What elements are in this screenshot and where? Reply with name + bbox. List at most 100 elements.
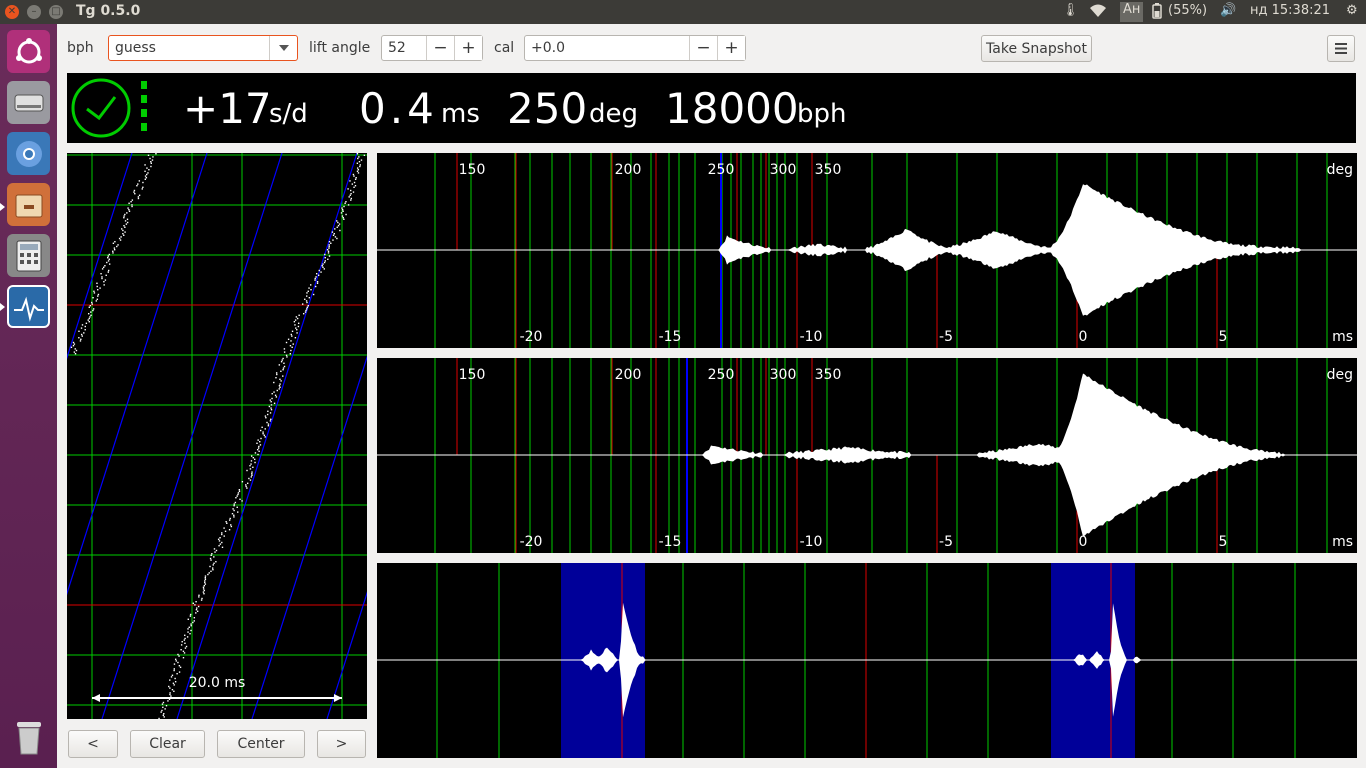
lift-angle-spinner[interactable]: 52 − + (381, 35, 483, 61)
battery-percent[interactable]: (55%) (1168, 3, 1207, 18)
paper-dot (87, 313, 90, 315)
keyboard-layout-indicator[interactable]: Ан (1120, 2, 1144, 22)
period-waveform-panel[interactable] (377, 563, 1357, 758)
paper-dot (314, 279, 316, 281)
paper-dot (221, 533, 223, 536)
paper-dot (308, 287, 310, 289)
wifi-icon[interactable] (1088, 3, 1108, 23)
paper-dot (144, 164, 146, 166)
disk-drive-icon[interactable] (7, 81, 50, 124)
settings-gear-icon[interactable]: ⚙ (1346, 3, 1358, 18)
chromium-browser-icon[interactable] (7, 132, 50, 175)
paper-dot (131, 205, 133, 208)
cal-spinner[interactable]: +0.0 − + (524, 35, 746, 61)
paper-dot (184, 647, 187, 649)
paper-dot (328, 245, 330, 248)
paper-dot (212, 567, 214, 569)
previous-button[interactable]: < (68, 730, 118, 758)
deg-tick-label: 150 (459, 162, 486, 178)
paper-dot (293, 321, 296, 323)
paper-dot (99, 287, 101, 289)
paper-dot (315, 276, 317, 278)
chevron-down-icon[interactable] (269, 36, 297, 60)
paper-dot (252, 457, 255, 459)
paper-dot (306, 292, 308, 294)
paper-dot (322, 263, 324, 265)
ubuntu-dash-icon[interactable] (7, 30, 50, 73)
paper-rate-line (67, 153, 208, 596)
paper-dot (338, 223, 341, 225)
paper-dot (280, 380, 282, 382)
minimize-window-button[interactable]: – (27, 5, 41, 19)
paper-dot (357, 169, 360, 171)
hamburger-menu-button[interactable] (1327, 35, 1355, 62)
clock[interactable]: нд 15:38:21 (1250, 3, 1330, 18)
paper-dot (113, 247, 116, 249)
paper-dot (210, 570, 212, 572)
volume-icon[interactable]: 🔊 (1220, 3, 1236, 18)
file-manager-icon[interactable] (7, 183, 50, 226)
paper-dot (230, 525, 233, 528)
paper-dot (283, 351, 286, 353)
paper-dot (294, 324, 296, 326)
clear-button[interactable]: Clear (130, 730, 205, 758)
paper-dot (229, 517, 231, 520)
center-button[interactable]: Center (217, 730, 305, 758)
paper-dot (292, 343, 294, 345)
paper-dot (339, 229, 341, 232)
bph-combo[interactable]: guess (108, 35, 298, 61)
paper-dot (81, 335, 83, 337)
paper-dot (204, 578, 207, 580)
paper-dot (177, 661, 179, 664)
close-window-button[interactable]: ✕ (5, 5, 19, 19)
temperature-icon[interactable]: 🌡 (1062, 3, 1079, 18)
maximize-window-button[interactable]: □ (49, 5, 63, 19)
next-button[interactable]: > (317, 730, 366, 758)
lift-angle-decrement-button[interactable]: − (426, 36, 454, 60)
paper-dot (107, 271, 109, 273)
paper-dot (74, 348, 76, 350)
paper-dot (278, 364, 281, 366)
cal-increment-button[interactable]: + (717, 36, 745, 60)
battery-icon[interactable] (1152, 3, 1162, 23)
paper-dot (210, 559, 212, 561)
paper-dot (193, 617, 196, 619)
paper-dot (286, 356, 288, 358)
paper-dot (318, 269, 320, 272)
paper-dot (213, 556, 215, 558)
paper-dot (297, 322, 300, 324)
paper-scale-arrow-right (334, 694, 342, 702)
paper-dot (91, 301, 93, 304)
lift-angle-increment-button[interactable]: + (454, 36, 482, 60)
toc-waveform-panel[interactable]: 150 200 250 300 350 -20 -15 -10 -5 0 5 deg ms (377, 358, 1357, 553)
paper-dot (246, 487, 248, 489)
paperstrip-display[interactable]: 20.0 ms (67, 153, 367, 719)
clock-icon (71, 78, 147, 138)
paper-dot (169, 693, 171, 696)
paper-dot (270, 407, 272, 409)
paper-dot (118, 237, 121, 240)
paper-dot (353, 175, 355, 177)
paper-rate-line (326, 591, 367, 719)
paper-dot (363, 154, 366, 156)
paper-dot (281, 359, 283, 361)
tg-timegrapher-icon[interactable] (7, 285, 50, 328)
trash-icon[interactable] (7, 716, 50, 759)
paper-dot (134, 193, 136, 195)
paper-dot (233, 503, 235, 505)
paper-dot (254, 461, 256, 464)
calculator-icon[interactable] (7, 234, 50, 277)
paper-dot (340, 212, 343, 214)
paper-dot (211, 553, 213, 555)
paper-dot (184, 642, 186, 644)
paper-dot (359, 165, 361, 168)
paper-dot (285, 341, 288, 344)
take-snapshot-button[interactable]: Take Snapshot (981, 35, 1092, 62)
paper-dot (350, 197, 353, 200)
paper-dot (269, 412, 272, 414)
tic-waveform-panel[interactable]: 150 200 250 300 350 -20 -15 -10 -5 0 5 deg ms (377, 153, 1357, 348)
paper-dot (246, 469, 248, 472)
cal-decrement-button[interactable]: − (689, 36, 717, 60)
paper-dot (251, 473, 253, 475)
ms-tick-label: -15 (659, 329, 682, 345)
